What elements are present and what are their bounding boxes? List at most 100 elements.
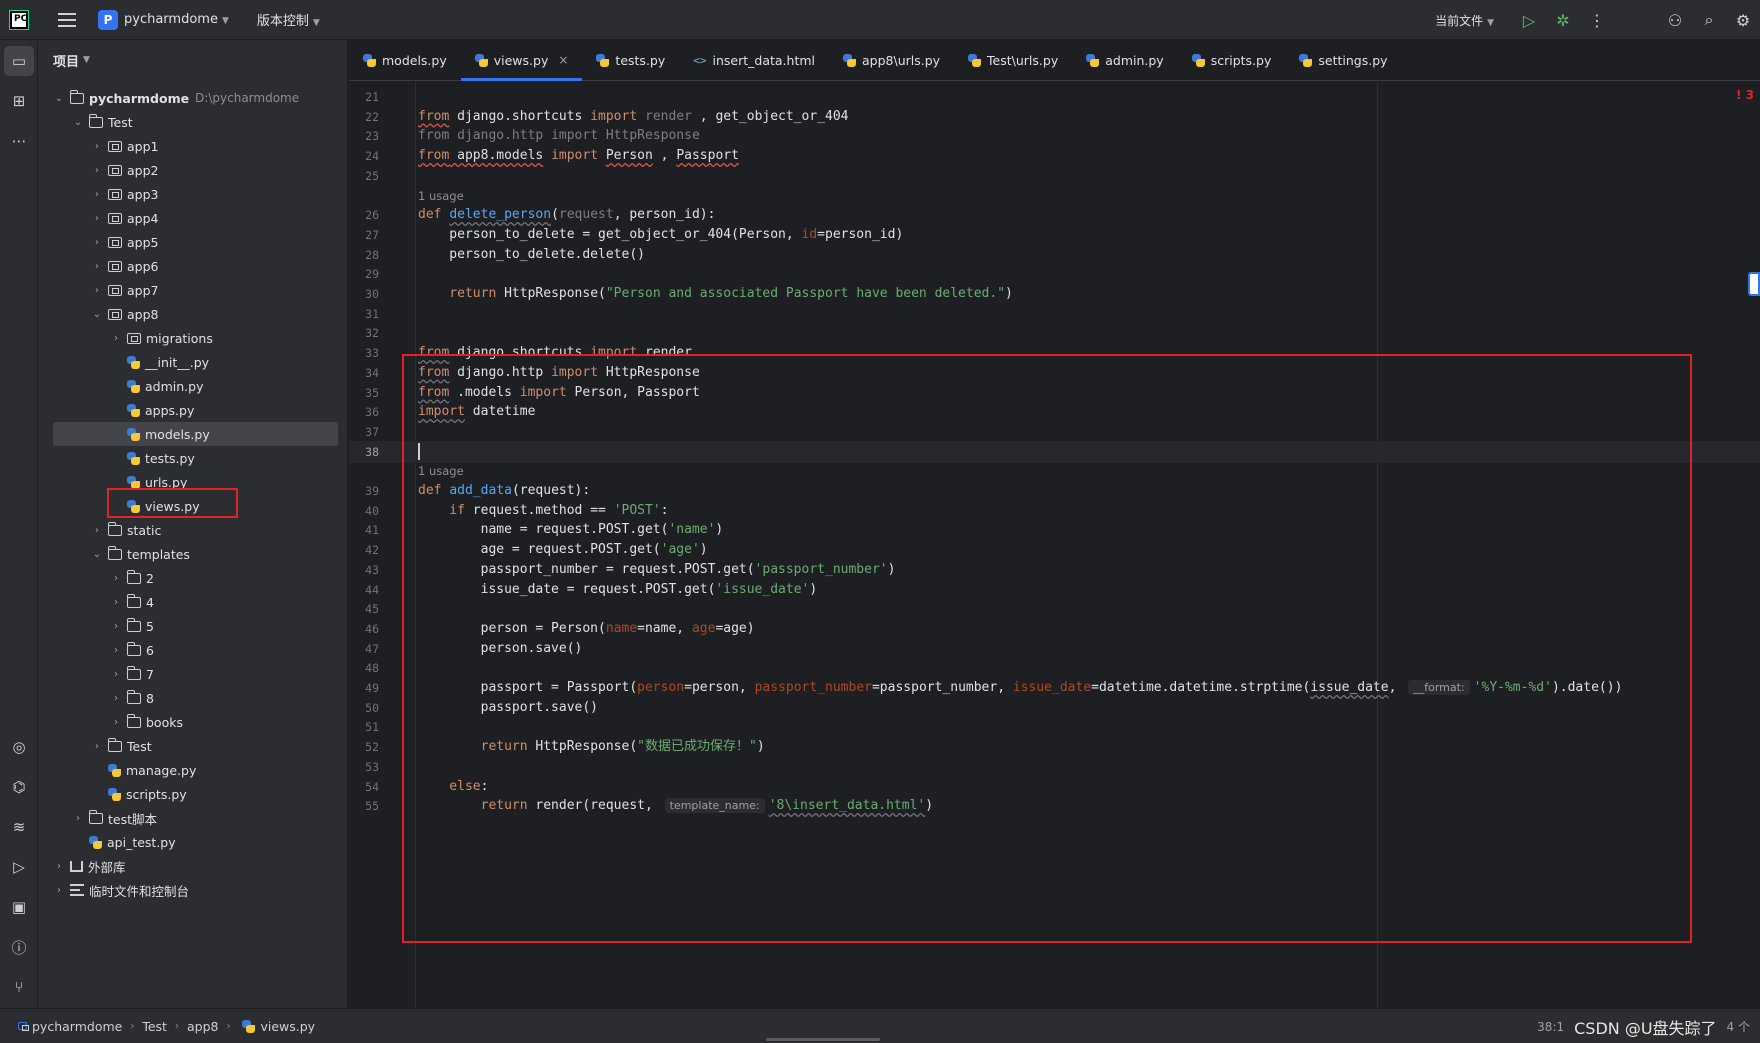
tree-item[interactable]: apps.py xyxy=(38,398,348,422)
tree-item[interactable]: › 2 xyxy=(38,566,348,590)
code-line[interactable]: 30 return HttpResponse("Person and assoc… xyxy=(349,283,1760,305)
chevron-right-icon[interactable]: › xyxy=(90,525,104,536)
tree-item[interactable]: › app1 xyxy=(38,134,348,158)
tab-admin-py[interactable]: admin.py xyxy=(1072,40,1177,80)
code-line[interactable]: 52 return HttpResponse("数据已成功保存！") xyxy=(349,736,1760,758)
tree-item[interactable]: admin.py xyxy=(38,374,348,398)
chevron-right-icon[interactable]: › xyxy=(109,645,123,656)
tree-item[interactable]: › books xyxy=(38,710,348,734)
code-line[interactable]: 32 xyxy=(349,322,1760,344)
tab-app8-urls-py[interactable]: app8\urls.py xyxy=(829,40,954,80)
tree-item[interactable]: urls.py xyxy=(38,470,348,494)
terminal-icon[interactable]: ▣ xyxy=(4,892,34,922)
tree-item[interactable]: api_test.py xyxy=(38,830,348,854)
tab-settings-py[interactable]: settings.py xyxy=(1285,40,1401,80)
code-line[interactable]: 45 xyxy=(349,598,1760,620)
chevron-right-icon[interactable]: › xyxy=(90,261,104,272)
tree-item[interactable]: › app6 xyxy=(38,254,348,278)
more-actions-icon[interactable]: ⋮ xyxy=(1580,0,1614,40)
code-line[interactable]: 46 person = Person(name=name, age=age) xyxy=(349,618,1760,640)
ai-assistant-icon[interactable]: ◎ xyxy=(4,732,34,762)
code-line[interactable]: 34 from django.http import HttpResponse xyxy=(349,362,1760,384)
code-line[interactable]: 28 person_to_delete.delete() xyxy=(349,244,1760,266)
code-line[interactable]: 50 passport.save() xyxy=(349,697,1760,719)
main-menu-icon[interactable] xyxy=(58,12,76,27)
chevron-right-icon[interactable]: › xyxy=(52,885,66,896)
tree-item[interactable]: scripts.py xyxy=(38,782,348,806)
chevron-down-icon[interactable]: ⌄ xyxy=(52,93,66,104)
code-line[interactable]: 55 return render(request, template_name:… xyxy=(349,795,1760,817)
tree-item[interactable]: ⌄ app8 xyxy=(38,302,348,326)
chevron-right-icon[interactable]: › xyxy=(109,573,123,584)
tree-item[interactable]: › static xyxy=(38,518,348,542)
code-line[interactable]: 27 person_to_delete = get_object_or_404(… xyxy=(349,224,1760,246)
breadcrumb-project[interactable]: pycharmdome xyxy=(32,1019,122,1034)
tree-item[interactable]: › 6 xyxy=(38,638,348,662)
tree-item[interactable]: › app2 xyxy=(38,158,348,182)
chevron-right-icon[interactable]: › xyxy=(71,813,85,824)
project-badge[interactable]: P xyxy=(98,9,118,30)
tab-insert-data-html[interactable]: <> insert_data.html xyxy=(679,40,829,80)
chevron-right-icon[interactable]: › xyxy=(109,669,123,680)
code-line[interactable]: 23 from django.http import HttpResponse xyxy=(349,125,1760,147)
vcs-menu[interactable]: 版本控制 ▼ xyxy=(257,10,320,29)
git-icon[interactable]: ⑂ xyxy=(4,972,34,1002)
code-line[interactable]: 53 xyxy=(349,756,1760,778)
horizontal-scrollbar[interactable] xyxy=(766,1038,880,1041)
tree-item[interactable]: › app5 xyxy=(38,230,348,254)
code-line[interactable]: 36 import datetime xyxy=(349,401,1760,423)
code-line[interactable]: 26 def delete_person(request, person_id): xyxy=(349,204,1760,226)
chevron-right-icon[interactable]: › xyxy=(90,189,104,200)
tree-item[interactable]: __init__.py xyxy=(38,350,348,374)
chevron-down-icon[interactable]: ⌄ xyxy=(90,309,104,320)
chevron-down-icon[interactable]: ⌄ xyxy=(71,117,85,128)
tree-item[interactable]: › 4 xyxy=(38,590,348,614)
code-line[interactable]: 54 else: xyxy=(349,776,1760,798)
code-line[interactable]: 48 xyxy=(349,657,1760,679)
chevron-right-icon[interactable]: › xyxy=(90,237,104,248)
code-line[interactable]: 39 def add_data(request): xyxy=(349,480,1760,502)
tree-item[interactable]: manage.py xyxy=(38,758,348,782)
code-line[interactable]: 51 xyxy=(349,716,1760,738)
code-line[interactable]: 44 issue_date = request.POST.get('issue_… xyxy=(349,579,1760,601)
problems-icon[interactable]: ⓘ xyxy=(4,932,34,962)
breadcrumb-test[interactable]: Test xyxy=(142,1019,167,1034)
tab-scripts-py[interactable]: scripts.py xyxy=(1178,40,1286,80)
chevron-right-icon[interactable]: › xyxy=(90,741,104,752)
tree-item[interactable]: › 临时文件和控制台 xyxy=(38,878,348,902)
tree-item[interactable]: › app3 xyxy=(38,182,348,206)
code-line[interactable]: 21 xyxy=(349,86,1760,108)
tab-tests-py[interactable]: tests.py xyxy=(582,40,679,80)
tree-item[interactable]: › 7 xyxy=(38,662,348,686)
search-icon[interactable]: ⌕ xyxy=(1692,0,1726,40)
tab-models-py[interactable]: models.py xyxy=(349,40,461,80)
chevron-right-icon[interactable]: › xyxy=(109,717,123,728)
layers-icon[interactable]: ≋ xyxy=(4,812,34,842)
chevron-right-icon[interactable]: › xyxy=(109,333,123,344)
gear-icon[interactable]: ⚙ xyxy=(1726,0,1760,40)
chevron-right-icon[interactable]: › xyxy=(90,141,104,152)
code-line[interactable]: 42 age = request.POST.get('age') xyxy=(349,539,1760,561)
tree-item[interactable]: › 外部库 xyxy=(38,854,348,878)
cursor-position[interactable]: 38:1 xyxy=(1537,1020,1564,1034)
tree-item[interactable]: › Test xyxy=(38,734,348,758)
code-line[interactable]: 35 from .models import Person, Passport xyxy=(349,382,1760,404)
breadcrumb-app8[interactable]: app8 xyxy=(187,1019,218,1034)
chevron-right-icon[interactable]: › xyxy=(90,165,104,176)
tree-item[interactable]: › test脚本 xyxy=(38,806,348,830)
code-line[interactable]: 33 from django.shortcuts import render xyxy=(349,342,1760,364)
tree-item[interactable]: › migrations xyxy=(38,326,348,350)
close-tab-icon[interactable]: × xyxy=(558,53,568,67)
code-line[interactable]: 38 xyxy=(349,440,1760,463)
code-editor[interactable]: ! 3 21 22 from django.shortcuts import ren… xyxy=(349,82,1760,1008)
code-line[interactable]: 22 from django.shortcuts import render , … xyxy=(349,106,1760,128)
project-panel-header[interactable]: 项目 ▼ xyxy=(38,40,347,80)
tree-item[interactable]: ⌄ pycharmdome D:\pycharmdome xyxy=(38,86,348,110)
code-line[interactable]: 31 xyxy=(349,303,1760,325)
code-line[interactable]: 43 passport_number = request.POST.get('p… xyxy=(349,559,1760,581)
tree-item[interactable]: ⌄ Test xyxy=(38,110,348,134)
usage-hint[interactable]: 1 usage xyxy=(418,460,464,482)
project-folder-icon[interactable]: ▭ xyxy=(4,46,34,76)
chevron-right-icon[interactable]: › xyxy=(52,861,66,872)
tree-item[interactable]: › app4 xyxy=(38,206,348,230)
